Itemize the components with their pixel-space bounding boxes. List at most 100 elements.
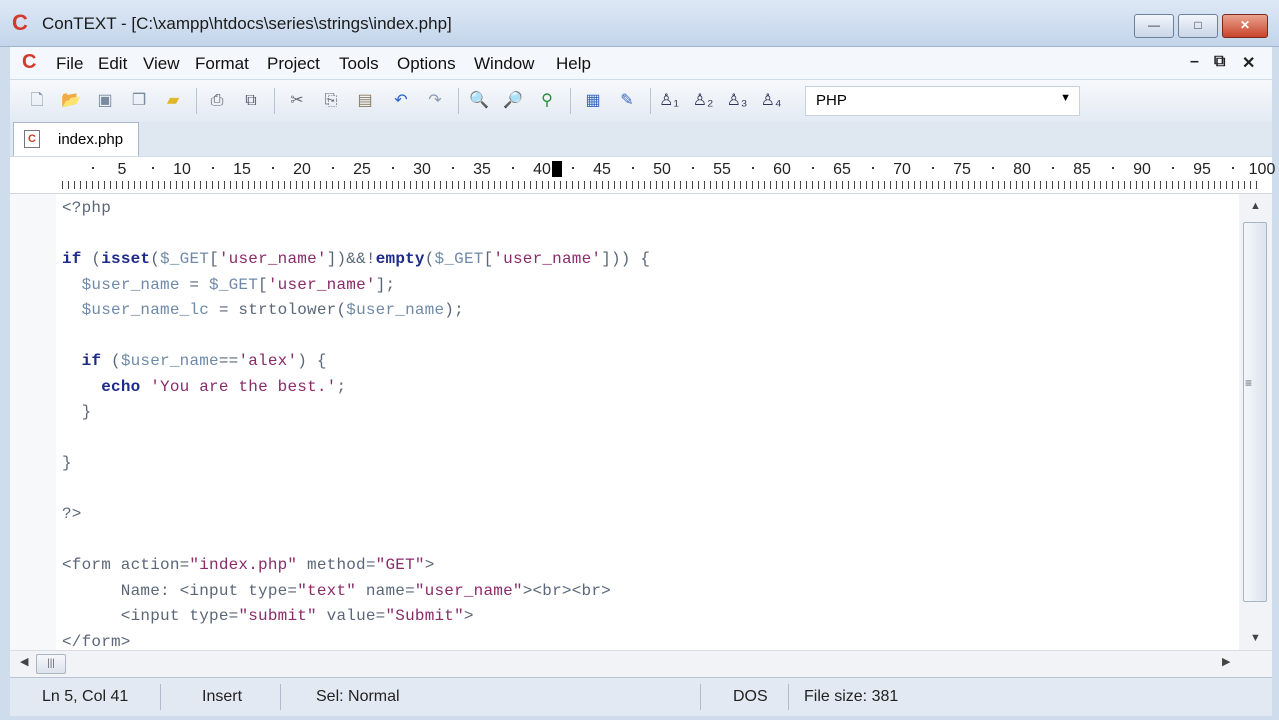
- menu-file[interactable]: File: [56, 54, 83, 74]
- doc-minimize-button[interactable]: –: [1190, 53, 1199, 71]
- menu-edit[interactable]: Edit: [98, 54, 127, 74]
- ruler-dot: [332, 167, 334, 169]
- ruler-dot: [452, 167, 454, 169]
- ruler-label: 20: [293, 161, 311, 178]
- ruler-label: 70: [893, 161, 911, 178]
- cursor-position: Ln 5, Col 41: [42, 688, 129, 705]
- ruler-dot: [272, 167, 274, 169]
- code-line: </form>: [62, 632, 131, 651]
- ruler-dot: [1232, 167, 1234, 169]
- ruler-dot: [1052, 167, 1054, 169]
- user-exec-1-icon[interactable]: ♙₁: [658, 90, 680, 112]
- close-button[interactable]: ✕: [1222, 14, 1268, 38]
- ruler-label: 90: [1133, 161, 1151, 178]
- status-bar: Ln 5, Col 41 Insert Sel: Normal DOS File…: [10, 677, 1272, 716]
- menu-project[interactable]: Project: [267, 54, 320, 74]
- vertical-scroll-thumb[interactable]: [1243, 222, 1267, 602]
- copy-icon[interactable]: ⎘: [320, 90, 342, 112]
- language-select[interactable]: PHP ▼: [805, 86, 1080, 116]
- ruler-dot: [992, 167, 994, 169]
- tools-icon[interactable]: ✎: [616, 90, 638, 112]
- doc-restore-button[interactable]: ⧉: [1214, 53, 1225, 71]
- ruler-cursor-marker: [552, 161, 562, 177]
- horizontal-scroll-thumb[interactable]: |||: [36, 654, 66, 674]
- scroll-up-arrow-icon[interactable]: ▲: [1239, 196, 1272, 216]
- document-logo-icon[interactable]: C: [22, 51, 36, 74]
- ruler-label: 85: [1073, 161, 1091, 178]
- ruler-label: 60: [773, 161, 791, 178]
- save-icon[interactable]: ▣: [94, 90, 116, 112]
- user-exec-4-icon[interactable]: ♙₄: [760, 90, 782, 112]
- ruler-dot: [392, 167, 394, 169]
- code-line: $user_name_lc = strtolower($user_name);: [81, 301, 464, 319]
- scroll-left-arrow-icon[interactable]: ◀: [20, 655, 28, 668]
- ruler-dot: [152, 167, 154, 169]
- line-endings: DOS: [733, 688, 768, 705]
- menu-bar: C File Edit View Format Project Tools Op…: [10, 47, 1272, 79]
- open-icon[interactable]: 📂: [60, 90, 82, 112]
- doc-close-button[interactable]: ✕: [1242, 53, 1255, 73]
- find-next-icon[interactable]: 🔎: [502, 90, 524, 112]
- user-exec-3-icon[interactable]: ♙₃: [726, 90, 748, 112]
- user-exec-2-icon[interactable]: ♙₂: [692, 90, 714, 112]
- undo-icon[interactable]: ↶: [390, 90, 412, 112]
- ruler-label: 35: [473, 161, 491, 178]
- selection-mode: Sel: Normal: [316, 688, 400, 705]
- vertical-scrollbar[interactable]: ▲ ≡ ▼: [1239, 194, 1272, 650]
- status-separator: [280, 684, 281, 710]
- scroll-right-arrow-icon[interactable]: ▶: [1222, 655, 1230, 668]
- new-file-icon[interactable]: 🗋: [26, 90, 48, 112]
- maximize-button[interactable]: □: [1178, 14, 1218, 38]
- horizontal-scrollbar[interactable]: ◀ ||| ▶: [10, 650, 1272, 677]
- ruler-label: 30: [413, 161, 431, 178]
- menu-options[interactable]: Options: [397, 54, 456, 74]
- menu-window[interactable]: Window: [474, 54, 534, 74]
- replace-icon[interactable]: ⚲: [536, 90, 558, 112]
- php-file-icon: C: [24, 130, 40, 148]
- code-line: if ($user_name=='alex') {: [81, 352, 327, 370]
- app-logo-icon: C: [12, 10, 28, 35]
- code-line: }: [62, 403, 92, 421]
- tab-bar: C index.php: [10, 122, 1272, 156]
- toolbar-separator: [458, 88, 459, 114]
- ruler-dot: [932, 167, 934, 169]
- open-folder-icon[interactable]: ▰: [162, 90, 184, 112]
- code-line: if (isset($_GET['user_name'])&&!empty($_…: [62, 250, 651, 268]
- toolbar-separator: [274, 88, 275, 114]
- find-icon[interactable]: 🔍: [468, 90, 490, 112]
- export-icon[interactable]: ▦: [582, 90, 604, 112]
- save-all-icon[interactable]: ❒: [128, 90, 150, 112]
- code-line: $user_name = $_GET['user_name'];: [81, 275, 396, 294]
- paste-icon[interactable]: ▤: [354, 90, 376, 112]
- chevron-down-icon: ▼: [1060, 92, 1071, 104]
- scroll-down-arrow-icon[interactable]: ▼: [1239, 628, 1272, 648]
- code-line: Name: <input type="text" name="user_name…: [62, 581, 611, 600]
- ruler-dot: [692, 167, 694, 169]
- ruler-label: 55: [713, 161, 731, 178]
- cut-icon[interactable]: ✂: [286, 90, 308, 112]
- language-value: PHP: [816, 92, 847, 109]
- menu-format[interactable]: Format: [195, 54, 249, 74]
- code-line: <form action="index.php" method="GET">: [62, 556, 435, 574]
- ruler-label: 5: [117, 161, 127, 178]
- print-preview-icon[interactable]: ⧉: [240, 90, 262, 112]
- redo-icon[interactable]: ↷: [424, 90, 446, 112]
- toolbar: 🗋 📂 ▣ ❒ ▰ ⎙ ⧉ ✂ ⎘ ▤ ↶ ↷ 🔍 🔎 ⚲ ▦ ✎ ♙₁ ♙₂ …: [10, 80, 1272, 123]
- menu-tools[interactable]: Tools: [339, 54, 379, 74]
- menu-help[interactable]: Help: [556, 54, 591, 74]
- ruler-label: 25: [353, 161, 371, 178]
- ruler-dot: [1112, 167, 1114, 169]
- ruler-label: 100: [1248, 161, 1276, 178]
- toolbar-separator: [196, 88, 197, 114]
- menu-view[interactable]: View: [143, 54, 180, 74]
- minimize-button[interactable]: —: [1134, 14, 1174, 38]
- tab-index-php[interactable]: C index.php: [13, 122, 139, 156]
- ruler-label: 45: [593, 161, 611, 178]
- code-editor[interactable]: <?php if (isset($_GET['user_name'])&&!emp…: [10, 194, 1239, 651]
- print-icon[interactable]: ⎙: [206, 90, 228, 112]
- window-title: ConTEXT - [C:\xampp\htdocs\series\string…: [42, 14, 452, 33]
- title-bar: C ConTEXT - [C:\xampp\htdocs\series\stri…: [0, 0, 1279, 47]
- ruler-label: 65: [833, 161, 851, 178]
- ruler-ticks: [62, 181, 1262, 189]
- code-line: echo 'You are the best.';: [101, 377, 347, 396]
